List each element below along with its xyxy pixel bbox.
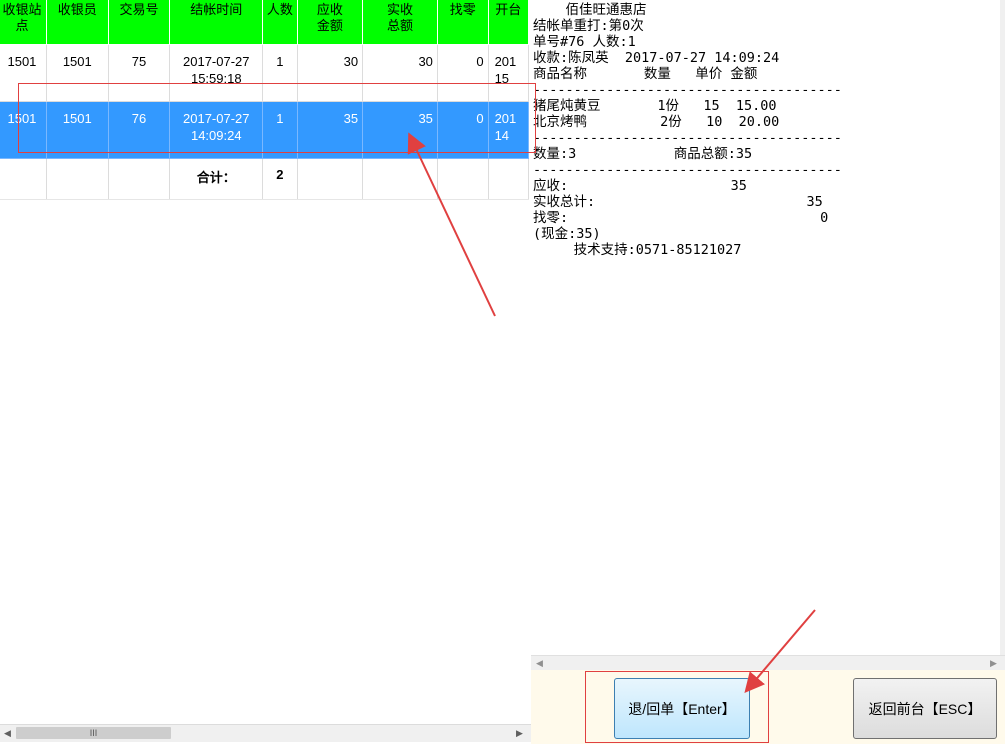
cell-checkout-time: 2017-07-27 15:59:18 — [169, 44, 264, 102]
cell-station: 1501 — [0, 44, 47, 102]
scrollbar-thumb[interactable]: III — [16, 727, 171, 739]
scroll-left-icon[interactable]: ◀ — [4, 728, 11, 739]
cell-change: 0 — [437, 44, 489, 102]
receipt-horizontal-scrollbar[interactable]: ◀ ▶ — [531, 655, 1005, 671]
cell-people: 1 — [262, 101, 298, 159]
scroll-left-icon[interactable]: ◀ — [536, 658, 543, 669]
table-row[interactable]: 1501 1501 75 2017-07-27 15:59:18 1 30 30… — [0, 44, 530, 102]
receipt-text: 佰佳旺通惠店 结帐单重打:第0次 单号#76 人数:1 收款:陈凤英 2017-… — [533, 2, 842, 258]
cell-cashier: 1501 — [46, 101, 109, 159]
cell-amount-due: 35 — [297, 101, 364, 159]
total-label: 合计： — [169, 158, 264, 200]
table-row-selected[interactable]: 1501 1501 76 2017-07-27 14:09:24 1 35 35… — [0, 101, 530, 159]
cell-amount-received: 35 — [362, 101, 438, 159]
back-to-front-desk-button[interactable]: 返回前台【ESC】 — [853, 678, 997, 739]
col-header-change[interactable]: 找零 — [437, 0, 489, 45]
cell-amount-due: 30 — [297, 44, 364, 102]
col-header-amount-received[interactable]: 实收 总额 — [362, 0, 438, 45]
cell-change: 0 — [437, 101, 489, 159]
settlement-table: 收银站 点 收银员 交易号 结帐时间 人数 应收 金额 实收 总额 找零 开台 … — [0, 0, 530, 200]
cell-station: 1501 — [0, 101, 47, 159]
action-bar: 退/回单【Enter】 返回前台【ESC】 — [531, 670, 1005, 744]
cell-trade-no: 75 — [108, 44, 171, 102]
col-header-cashier[interactable]: 收银员 — [46, 0, 109, 45]
col-header-people[interactable]: 人数 — [262, 0, 298, 45]
scroll-right-icon[interactable]: ▶ — [990, 658, 997, 669]
col-header-checkout-time[interactable]: 结帐时间 — [169, 0, 264, 45]
cell-checkout-time: 2017-07-27 14:09:24 — [169, 101, 264, 159]
scroll-right-icon[interactable]: ▶ — [516, 728, 523, 739]
grid-horizontal-scrollbar[interactable]: ◀ III ▶ — [0, 724, 531, 742]
col-header-station[interactable]: 收银站 点 — [0, 0, 47, 45]
cell-trade-no: 76 — [108, 101, 171, 159]
col-header-trade-no[interactable]: 交易号 — [108, 0, 171, 45]
cell-amount-received: 30 — [362, 44, 438, 102]
cell-people: 1 — [262, 44, 298, 102]
table-total-row: 合计： 2 — [0, 158, 530, 200]
return-bill-button[interactable]: 退/回单【Enter】 — [614, 678, 750, 739]
receipt-preview: 佰佳旺通惠店 结帐单重打:第0次 单号#76 人数:1 收款:陈凤英 2017-… — [531, 0, 1001, 655]
receipt-vertical-scrollbar[interactable] — [1000, 0, 1005, 655]
col-header-amount-due[interactable]: 应收 金额 — [297, 0, 364, 45]
col-header-open-time[interactable]: 开台 — [488, 0, 530, 45]
settlement-grid: 收银站 点 收银员 交易号 结帐时间 人数 应收 金额 实收 总额 找零 开台 … — [0, 0, 531, 724]
cell-open-time: 201 15 — [488, 44, 530, 102]
table-header-row: 收银站 点 收银员 交易号 结帐时间 人数 应收 金额 实收 总额 找零 开台 — [0, 0, 530, 45]
total-people: 2 — [262, 158, 298, 200]
cell-cashier: 1501 — [46, 44, 109, 102]
cell-open-time: 201 14 — [488, 101, 530, 159]
